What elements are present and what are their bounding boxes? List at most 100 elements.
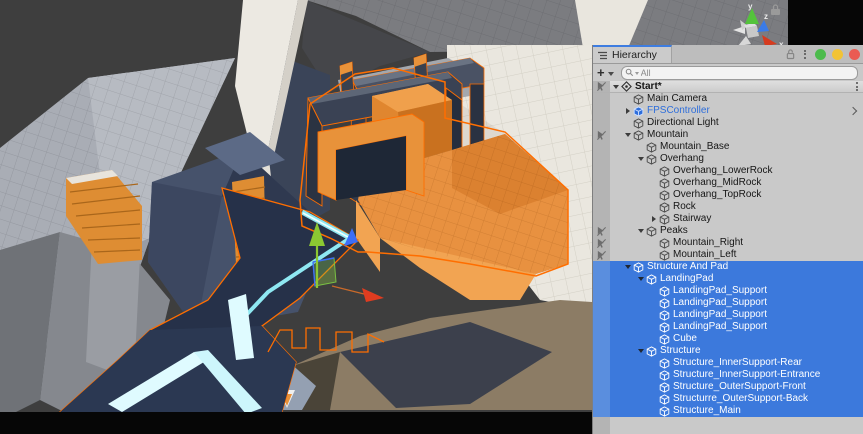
row-gutter[interactable] bbox=[593, 321, 610, 333]
gameobject-label: Overhang_LowerRock bbox=[673, 165, 773, 177]
scene-options-icon[interactable] bbox=[853, 80, 863, 93]
row-gutter[interactable] bbox=[593, 357, 610, 369]
hierarchy-row[interactable]: FPSController bbox=[593, 105, 863, 117]
expander-arrow[interactable] bbox=[648, 216, 659, 222]
hierarchy-row[interactable]: Structure_Main bbox=[593, 405, 863, 417]
gameobject-label: Structure And Pad bbox=[647, 261, 728, 273]
scene-expander[interactable] bbox=[610, 85, 621, 89]
hierarchy-row[interactable]: Cube bbox=[593, 333, 863, 345]
hierarchy-row[interactable]: LandingPad bbox=[593, 273, 863, 285]
expander-arrow[interactable] bbox=[622, 133, 633, 137]
gameobject-label: FPSController bbox=[647, 105, 710, 117]
row-gutter[interactable] bbox=[593, 297, 610, 309]
gameobject-cube-icon bbox=[659, 334, 670, 345]
gameobject-label: LandingPad_Support bbox=[673, 309, 767, 321]
hierarchy-toolbar: + bbox=[593, 64, 863, 81]
hierarchy-row[interactable]: Structure bbox=[593, 345, 863, 357]
hierarchy-row[interactable]: Directional Light bbox=[593, 117, 863, 129]
hierarchy-tabbar: Hierarchy bbox=[593, 45, 863, 64]
expander-arrow[interactable] bbox=[622, 108, 633, 114]
expander-arrow[interactable] bbox=[622, 265, 633, 269]
hierarchy-row[interactable]: Peaks bbox=[593, 225, 863, 237]
panel-menu-icon[interactable] bbox=[801, 48, 809, 61]
row-gutter[interactable] bbox=[593, 225, 610, 237]
hierarchy-row[interactable]: LandingPad_Support bbox=[593, 285, 863, 297]
hierarchy-row[interactable]: Overhang_TopRock bbox=[593, 189, 863, 201]
gameobject-label: Overhang_TopRock bbox=[673, 189, 761, 201]
row-gutter[interactable] bbox=[593, 201, 610, 213]
scene-name: Start* bbox=[635, 81, 662, 92]
hierarchy-row[interactable]: Overhang_MidRock bbox=[593, 177, 863, 189]
hierarchy-row[interactable]: Rock bbox=[593, 201, 863, 213]
gameobject-label: LandingPad_Support bbox=[673, 285, 767, 297]
scene-header-row[interactable]: Start* bbox=[593, 81, 863, 93]
hierarchy-row[interactable]: Main Camera bbox=[593, 93, 863, 105]
row-gutter[interactable] bbox=[593, 189, 610, 201]
gameobject-label: Overhang_MidRock bbox=[673, 177, 761, 189]
row-gutter[interactable] bbox=[593, 237, 610, 249]
hierarchy-row[interactable]: Structure_InnerSupport-Entrance bbox=[593, 369, 863, 381]
expander-arrow[interactable] bbox=[635, 349, 646, 353]
hierarchy-row[interactable]: LandingPad_Support bbox=[593, 297, 863, 309]
row-gutter[interactable] bbox=[593, 273, 610, 285]
row-gutter[interactable] bbox=[593, 405, 610, 417]
row-gutter[interactable] bbox=[593, 165, 610, 177]
window-button-yellow[interactable] bbox=[832, 49, 843, 60]
hierarchy-row[interactable]: Mountain bbox=[593, 129, 863, 141]
row-gutter[interactable] bbox=[593, 177, 610, 189]
row-gutter[interactable] bbox=[593, 105, 610, 117]
add-dropdown-arrow bbox=[608, 72, 614, 76]
hierarchy-row[interactable]: Stairway bbox=[593, 213, 863, 225]
row-gutter[interactable] bbox=[593, 345, 610, 357]
window-button-green[interactable] bbox=[815, 49, 826, 60]
hierarchy-row[interactable]: Overhang bbox=[593, 153, 863, 165]
gameobject-cube-icon bbox=[659, 178, 670, 189]
hierarchy-row[interactable]: LandingPad_Support bbox=[593, 309, 863, 321]
gameobject-cube-icon bbox=[633, 262, 644, 273]
gameobject-cube-icon bbox=[633, 118, 644, 129]
row-gutter[interactable] bbox=[593, 261, 610, 273]
gameobject-label: Cube bbox=[673, 333, 697, 345]
search-input[interactable] bbox=[639, 68, 853, 78]
row-gutter[interactable] bbox=[593, 381, 610, 393]
hierarchy-row[interactable]: Overhang_LowerRock bbox=[593, 165, 863, 177]
hierarchy-row[interactable]: LandingPad_Support bbox=[593, 321, 863, 333]
hierarchy-row[interactable]: Structure_OuterSupport-Front bbox=[593, 381, 863, 393]
row-gutter[interactable] bbox=[593, 249, 610, 261]
hierarchy-row[interactable]: Structurre_OuterSupport-Back bbox=[593, 393, 863, 405]
hierarchy-row[interactable]: Structure_InnerSupport-Rear bbox=[593, 357, 863, 369]
row-gutter[interactable] bbox=[593, 333, 610, 345]
gameobject-label: Structure_Main bbox=[673, 405, 741, 417]
row-gutter[interactable] bbox=[593, 309, 610, 321]
hierarchy-row[interactable]: Mountain_Right bbox=[593, 237, 863, 249]
row-gutter[interactable] bbox=[593, 153, 610, 165]
gameobject-label: Mountain bbox=[647, 129, 688, 141]
row-gutter[interactable] bbox=[593, 129, 610, 141]
gameobject-label: Rock bbox=[673, 201, 696, 213]
row-gutter[interactable] bbox=[593, 393, 610, 405]
row-gutter[interactable] bbox=[593, 93, 610, 105]
row-gutter[interactable] bbox=[593, 369, 610, 381]
search-box[interactable] bbox=[621, 66, 858, 80]
hierarchy-row[interactable]: Mountain_Base bbox=[593, 141, 863, 153]
prefab-chevron-icon[interactable] bbox=[850, 108, 863, 114]
lock-icon[interactable] bbox=[786, 48, 795, 60]
expander-arrow[interactable] bbox=[635, 229, 646, 233]
hierarchy-row[interactable]: Structure And Pad bbox=[593, 261, 863, 273]
hierarchy-row[interactable]: Mountain_Left bbox=[593, 249, 863, 261]
row-gutter[interactable] bbox=[593, 141, 610, 153]
scene-letterbox bbox=[0, 412, 592, 434]
expander-arrow[interactable] bbox=[635, 157, 646, 161]
row-gutter[interactable] bbox=[593, 213, 610, 225]
scene-gutter[interactable] bbox=[593, 81, 610, 92]
tab-hierarchy[interactable]: Hierarchy bbox=[593, 45, 672, 63]
row-gutter[interactable] bbox=[593, 117, 610, 129]
add-gameobject-button[interactable]: + bbox=[597, 66, 614, 79]
hierarchy-panel: Hierarchy + bbox=[592, 45, 863, 434]
expander-arrow[interactable] bbox=[635, 277, 646, 281]
row-gutter[interactable] bbox=[593, 285, 610, 297]
gameobject-label: Main Camera bbox=[647, 93, 707, 105]
window-button-red[interactable] bbox=[849, 49, 860, 60]
gameobject-label: Mountain_Right bbox=[673, 237, 743, 249]
add-button-label: + bbox=[597, 66, 605, 79]
